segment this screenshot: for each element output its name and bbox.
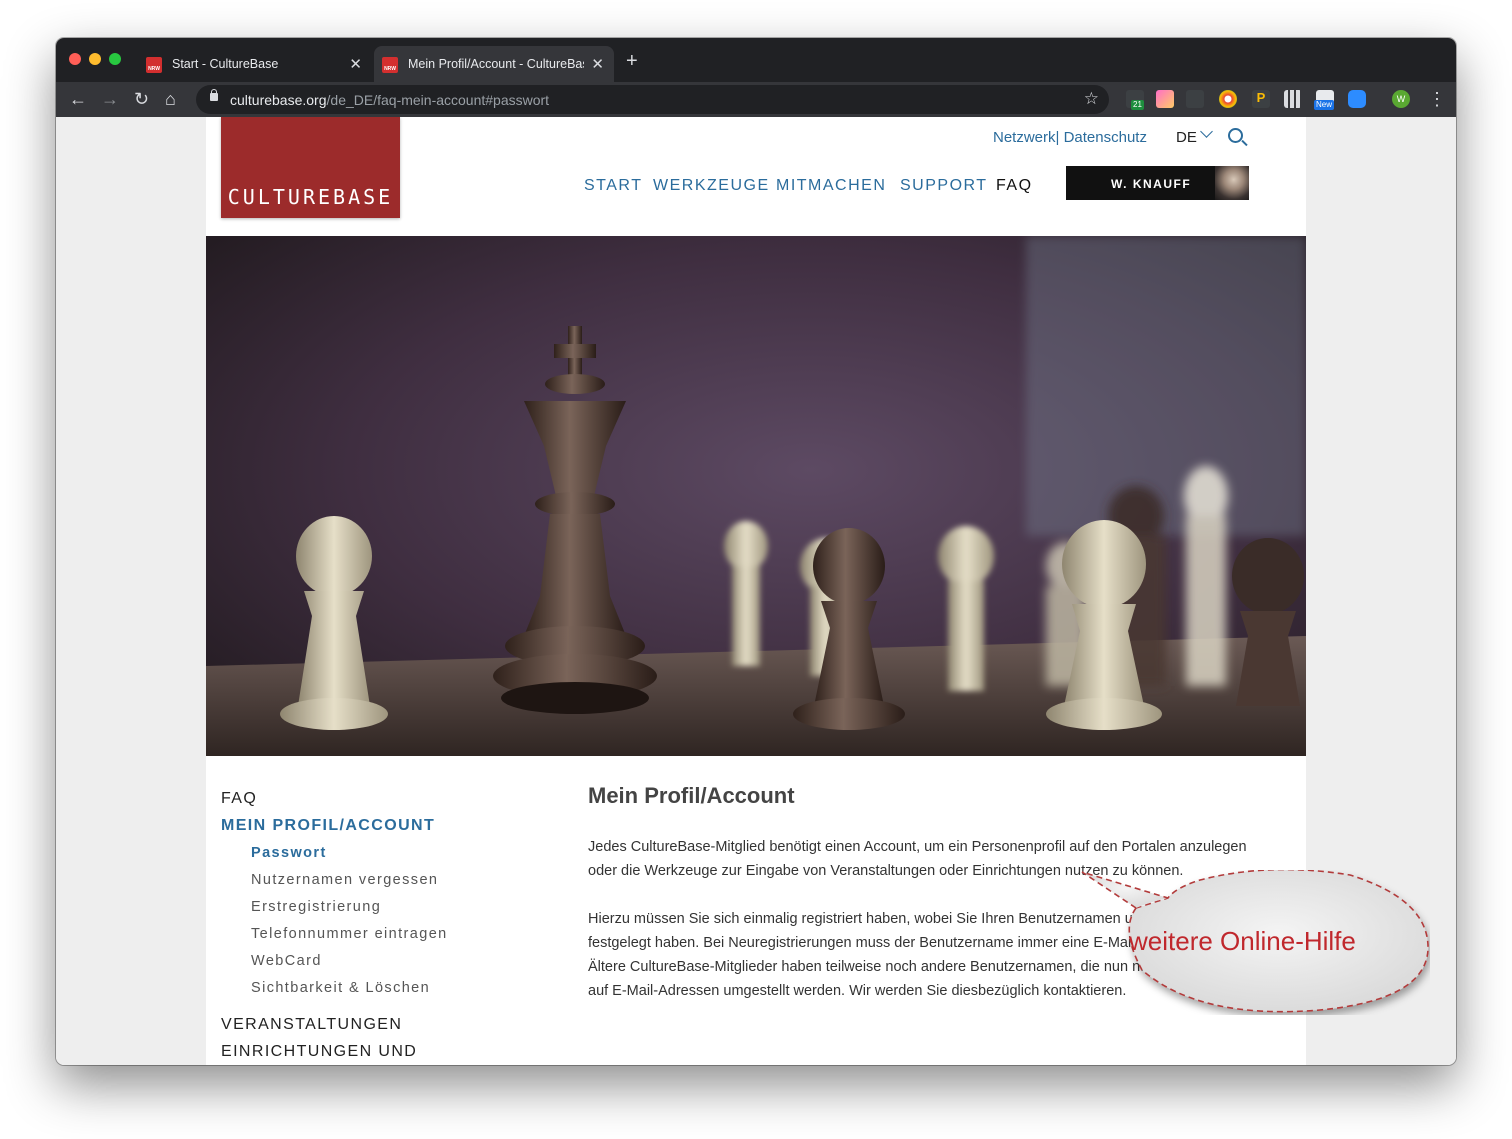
- user-name: W. KNAUFF: [1111, 177, 1192, 191]
- page-title: Mein Profil/Account: [588, 783, 795, 808]
- extension-icon[interactable]: [1156, 90, 1174, 108]
- grid-extension-icon[interactable]: [1284, 90, 1302, 108]
- nav-start[interactable]: START: [584, 177, 642, 195]
- sidebar-einrichtungen[interactable]: EINRICHTUNGEN UND: [221, 1043, 417, 1061]
- back-icon[interactable]: ←: [69, 89, 87, 109]
- sidebar-mein-profil[interactable]: MEIN PROFIL/ACCOUNT: [221, 817, 435, 835]
- sidebar-item-telefonnummer[interactable]: Telefonnummer eintragen: [251, 926, 448, 942]
- sidebar-item-nutzernamen[interactable]: Nutzernamen vergessen: [251, 872, 438, 888]
- home-icon[interactable]: ⌂: [165, 89, 176, 109]
- new-tab-icon[interactable]: +: [626, 51, 638, 71]
- user-account-button[interactable]: W. KNAUFF: [1066, 166, 1249, 200]
- nav-faq[interactable]: FAQ: [996, 177, 1033, 195]
- sidebar-faq[interactable]: FAQ: [221, 790, 257, 808]
- reload-icon[interactable]: ↻: [134, 89, 149, 109]
- forward-icon[interactable]: →: [101, 89, 119, 109]
- minimize-window-button[interactable]: [89, 53, 101, 65]
- sidebar-veranstaltungen[interactable]: VERANSTALTUNGEN: [221, 1016, 402, 1034]
- browser-toolbar: ← → ↻ ⌂ culturebase.org/de_DE/faq-mein-a…: [56, 82, 1456, 117]
- extension-icon[interactable]: [1219, 90, 1237, 108]
- tab-title: Start - CultureBase: [172, 57, 279, 71]
- url-text[interactable]: culturebase.org/de_DE/faq-mein-account#p…: [230, 92, 549, 108]
- nav-support[interactable]: SUPPORT: [900, 177, 988, 195]
- sidebar-item-sichtbarkeit[interactable]: Sichtbarkeit & Löschen: [251, 980, 430, 996]
- nav-mitmachen[interactable]: MITMACHEN: [776, 177, 886, 195]
- culturebase-logo[interactable]: CULTUREBASE: [221, 117, 400, 218]
- tab-title: Mein Profil/Account - CultureBase: [408, 57, 584, 71]
- sidebar-item-erstregistrierung[interactable]: Erstregistrierung: [251, 899, 381, 915]
- zoom-extension-icon[interactable]: [1348, 90, 1366, 108]
- close-window-button[interactable]: [69, 53, 81, 65]
- pen-extension-icon[interactable]: [1186, 90, 1204, 108]
- callout-text[interactable]: weitere Online-Hilfe: [1129, 926, 1356, 957]
- nav-werkzeuge[interactable]: WERKZEUGE: [653, 177, 770, 195]
- chevron-down-icon[interactable]: [1200, 125, 1213, 138]
- chess-image: [206, 236, 1306, 756]
- sidebar-item-passwort[interactable]: Passwort: [251, 845, 327, 861]
- lock-icon: [210, 89, 218, 101]
- maximize-window-button[interactable]: [109, 53, 121, 65]
- close-tab-icon[interactable]: ✕: [349, 55, 362, 73]
- hero-chess-image: [206, 236, 1306, 756]
- extension-icon[interactable]: 21: [1126, 90, 1144, 110]
- top-links[interactable]: Netzwerk| Datenschutz: [993, 129, 1147, 146]
- extension-icon[interactable]: P: [1252, 90, 1270, 108]
- tab-mein-profil[interactable]: NRW Mein Profil/Account - CultureBase ✕: [374, 46, 614, 82]
- profile-avatar[interactable]: W: [1392, 90, 1410, 108]
- avatar: [1215, 166, 1249, 200]
- tab-bar: NRW Start - CultureBase ✕ NRW Mein Profi…: [56, 38, 1456, 82]
- culturebase-favicon-icon: NRW: [382, 57, 398, 73]
- culturebase-favicon-icon: NRW: [146, 57, 162, 73]
- sidebar-item-webcard[interactable]: WebCard: [251, 953, 322, 969]
- language-selector[interactable]: DE: [1176, 129, 1197, 146]
- extension-icon[interactable]: New: [1314, 90, 1335, 110]
- tab-start[interactable]: NRW Start - CultureBase ✕: [138, 46, 372, 82]
- search-icon[interactable]: [1228, 128, 1243, 143]
- menu-dots-icon[interactable]: ⋮: [1428, 89, 1446, 109]
- close-tab-icon[interactable]: ✕: [591, 55, 604, 73]
- address-bar[interactable]: culturebase.org/de_DE/faq-mein-account#p…: [196, 85, 1109, 114]
- bookmark-star-icon[interactable]: ☆: [1084, 89, 1099, 109]
